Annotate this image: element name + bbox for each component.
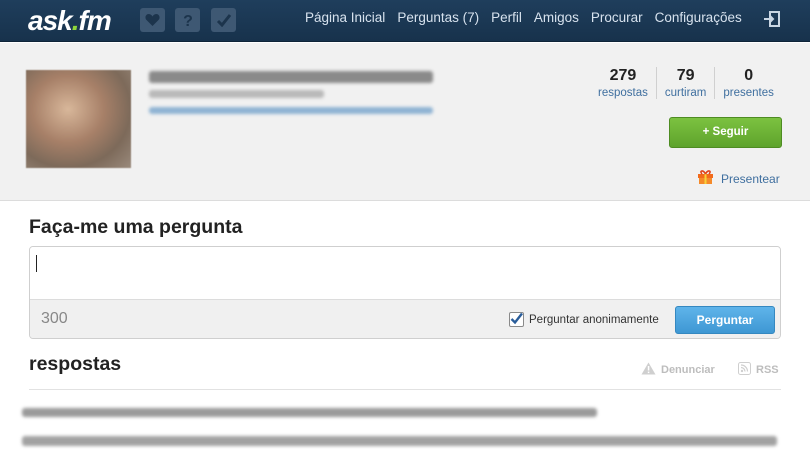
gift-icon xyxy=(697,168,714,190)
char-counter: 300 xyxy=(41,310,68,327)
nav-settings[interactable]: Configurações xyxy=(655,10,742,25)
heart-icon[interactable] xyxy=(140,8,165,32)
question-icon[interactable]: ? xyxy=(175,8,200,32)
logout-icon[interactable] xyxy=(763,10,781,28)
nav-friends[interactable]: Amigos xyxy=(534,10,579,25)
anonymous-checkbox[interactable] xyxy=(509,312,524,327)
nav-home[interactable]: Página Inicial xyxy=(305,10,385,25)
rss-icon xyxy=(738,362,751,378)
profile-name-redacted xyxy=(149,71,433,83)
ask-fm-logo[interactable]: ask.fm xyxy=(28,5,112,37)
question-form-footer: 300 Perguntar anonimamente Perguntar xyxy=(30,299,780,338)
stat-gifts[interactable]: 0 presentes xyxy=(714,67,782,99)
answer-text-redacted xyxy=(22,436,777,446)
section-divider xyxy=(29,389,781,390)
profile-bio-redacted xyxy=(149,107,433,114)
profile-header: 279 respostas 79 curtiram 0 presentes + … xyxy=(0,43,810,201)
ask-section-title: Faça-me uma pergunta xyxy=(29,216,243,238)
nav-profile[interactable]: Perfil xyxy=(491,10,522,25)
stat-likes[interactable]: 79 curtiram xyxy=(655,67,715,99)
report-link[interactable]: Denunciar xyxy=(641,362,715,378)
text-caret xyxy=(36,255,37,272)
anonymous-option[interactable]: Perguntar anonimamente xyxy=(509,312,659,327)
stat-answers[interactable]: 279 respostas xyxy=(590,67,656,99)
ask-button[interactable]: Perguntar xyxy=(675,306,775,334)
check-icon[interactable] xyxy=(211,8,236,32)
question-input[interactable] xyxy=(30,247,780,299)
profile-stats: 279 respostas 79 curtiram 0 presentes xyxy=(590,67,782,99)
profile-username-redacted xyxy=(149,90,324,98)
nav-questions[interactable]: Perguntas (7) xyxy=(397,10,479,25)
top-navigation-bar: ask.fm ? Página Inicial Perguntas (7) Pe… xyxy=(0,0,810,42)
answers-section-title: respostas xyxy=(29,353,122,375)
avatar[interactable] xyxy=(26,70,131,168)
answer-text-redacted xyxy=(22,408,597,417)
svg-text:?: ? xyxy=(183,13,193,28)
gift-link[interactable]: Presentear xyxy=(697,168,780,190)
question-form: 300 Perguntar anonimamente Perguntar xyxy=(29,246,781,339)
nav-search[interactable]: Procurar xyxy=(591,10,643,25)
follow-button[interactable]: + Seguir xyxy=(669,117,782,148)
rss-link[interactable]: RSS xyxy=(738,362,779,378)
main-nav: Página Inicial Perguntas (7) Perfil Amig… xyxy=(305,10,754,25)
warning-icon xyxy=(641,362,656,378)
